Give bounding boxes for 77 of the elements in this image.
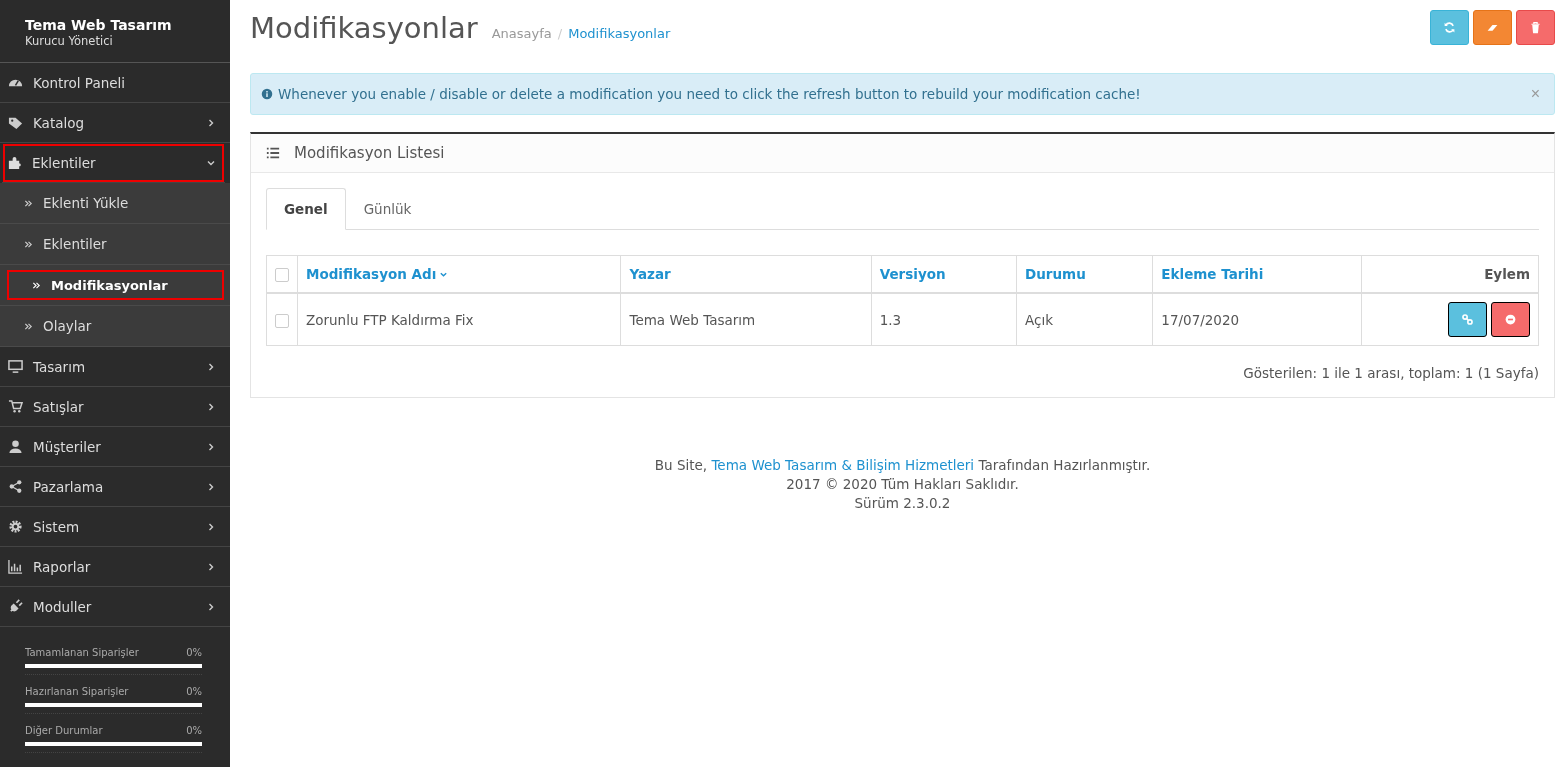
breadcrumb-link[interactable]: Modifikasyonlar (568, 26, 671, 41)
row-checkbox[interactable] (275, 313, 289, 328)
refresh-icon (1443, 21, 1456, 34)
double-chevron-icon (32, 280, 41, 290)
table-cell: 1.3 (879, 311, 902, 328)
submenu-item[interactable]: Eklenti Yükle (0, 183, 230, 223)
sidebar-menu-item[interactable]: Satışlar (0, 387, 230, 427)
double-chevron-icon (24, 239, 33, 249)
settings-icon (8, 519, 23, 534)
footer-version: Sürüm 2.3.0.2 (853, 494, 952, 513)
stat-value: 0% (186, 685, 202, 699)
sidebar-menu-item[interactable]: Katalog (0, 103, 230, 143)
breadcrumb-separator: / (557, 26, 563, 41)
chevron-right-icon (206, 521, 216, 532)
disable-button[interactable] (1491, 302, 1530, 337)
panel-title: Modifikasyon Listesi (294, 144, 445, 162)
column-header[interactable]: Versiyon (879, 266, 946, 282)
delete-button[interactable] (1516, 10, 1555, 45)
footer-link[interactable]: Tema Web Tasarım & Bilişim Hizmetleri (711, 457, 975, 473)
column-header[interactable]: Yazar (629, 266, 671, 282)
chevron-right-icon (206, 117, 216, 128)
info-icon (261, 88, 273, 100)
refresh-button[interactable] (1430, 10, 1469, 45)
sidebar-menu-item[interactable]: Sistem (0, 507, 230, 547)
table-cell: 17/07/2020 (1161, 311, 1240, 328)
monitor-icon (8, 359, 23, 374)
puzzle-piece-icon (7, 155, 22, 170)
tab[interactable]: Günlük (345, 188, 430, 230)
stat-value: 0% (186, 646, 202, 660)
column-header[interactable]: Durumu (1025, 266, 1086, 282)
tab[interactable]: Genel (266, 188, 346, 230)
sidebar-menu-item[interactable]: Pazarlama (0, 467, 230, 507)
sidebar-menu-item[interactable]: Raporlar (0, 547, 230, 587)
table-cell: Zorunlu FTP Kaldırma Fix (306, 311, 474, 328)
select-all-checkbox[interactable] (275, 268, 289, 282)
chevron-right-icon (206, 401, 216, 412)
sidebar-menu-item[interactable]: Moduller (0, 587, 230, 627)
chevron-right-icon (206, 441, 216, 452)
table-cell: Tema Web Tasarım (629, 311, 756, 328)
shopping-cart-icon (8, 399, 23, 414)
plug-icon (8, 599, 23, 614)
sidebar-menu-item[interactable]: Eklentiler (2, 143, 225, 183)
user-icon (8, 439, 23, 454)
profile-role: Kurucu Yönetici (25, 34, 114, 49)
link-button[interactable] (1448, 302, 1487, 337)
alert-message: Whenever you enable / disable or delete a modification you need to click the refresh button to rebuild your modification cache! (278, 86, 1142, 102)
trash-icon (1529, 21, 1542, 34)
list-icon (266, 146, 280, 160)
column-header[interactable]: Modifikasyon Adı (306, 266, 449, 282)
stat-label: Diğer Durumlar (25, 724, 103, 738)
sidebar-menu-item[interactable]: Kontrol Paneli (0, 63, 230, 103)
bar-chart-icon (8, 559, 23, 574)
tag-icon (8, 115, 23, 130)
table-cell: Açık (1025, 311, 1053, 328)
footer-copyright: 2017 © 2020 Tüm Hakları Saklıdır. (785, 475, 1020, 494)
stat-label: Hazırlanan Siparişler (25, 685, 129, 699)
chevron-right-icon (206, 561, 216, 572)
pagination-info: Gösterilen: 1 ile 1 arası, toplam: 1 (1 Sayfa) (1243, 365, 1539, 381)
eraser-button[interactable] (1473, 10, 1512, 45)
stat-value: 0% (186, 724, 202, 738)
link-icon (1461, 313, 1474, 326)
sidebar-menu-item[interactable]: Tasarım (0, 347, 230, 387)
double-chevron-icon (24, 198, 33, 208)
footer-credit: Bu Site, Tema Web Tasarım & Bilişim Hizmetleri Tarafından Hazırlanmıştır. (653, 456, 1152, 475)
minus-circle-icon (1504, 313, 1517, 326)
share-nodes-icon (8, 479, 23, 494)
column-header: Eylem (1484, 266, 1530, 282)
page-title: Modifikasyonlar (250, 10, 478, 46)
submenu-item[interactable]: Eklentiler (0, 224, 230, 264)
submenu-item[interactable]: Olaylar (0, 306, 230, 346)
chevron-right-icon (206, 481, 216, 492)
sidebar-menu-item[interactable]: Müşteriler (0, 427, 230, 467)
profile-name: Tema Web Tasarım (25, 16, 173, 34)
double-chevron-icon (24, 321, 33, 331)
chevron-right-icon (206, 601, 216, 612)
chevron-right-icon (206, 361, 216, 372)
stat-label: Tamamlanan Siparişler (25, 646, 139, 660)
